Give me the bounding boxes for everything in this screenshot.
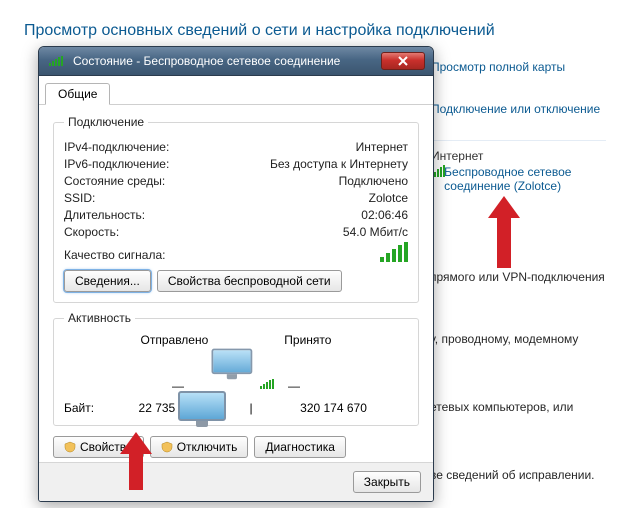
text-fragment: ве сведений об исправлении. (430, 468, 610, 482)
active-connection-link[interactable]: Беспроводное сетевое соединение (Zolotce… (431, 165, 606, 193)
wireless-properties-button[interactable]: Свойства беспроводной сети (157, 270, 342, 292)
active-connection-text: Беспроводное сетевое соединение (Zolotce… (444, 165, 606, 193)
ipv6-value: Без доступа к Интернету (270, 157, 408, 171)
tab-strip: Общие (39, 76, 433, 105)
ipv4-value: Интернет (356, 140, 408, 154)
text-fragment: у, проводному, модемному (430, 332, 610, 346)
close-button[interactable] (381, 52, 425, 70)
group-activity: Активность Отправлено Принято — — (53, 311, 419, 426)
close-icon (398, 56, 408, 66)
text-fragment: прямого или VPN-подключения (430, 270, 610, 284)
ssid-label: SSID: (64, 191, 95, 205)
signal-quality-icon (380, 242, 408, 262)
dialog-title: Состояние - Беспроводное сетевое соедине… (73, 54, 375, 68)
duration-value: 02:06:46 (361, 208, 408, 222)
bytes-received-value: 320 174 670 (259, 401, 408, 415)
status-dialog: Состояние - Беспроводное сетевое соедине… (38, 46, 434, 502)
bytes-label: Байт: (64, 401, 94, 415)
activity-computer-icon (196, 351, 252, 393)
details-button[interactable]: Сведения... (64, 270, 151, 292)
sent-label: Отправлено (141, 333, 209, 347)
annotation-arrow-icon (120, 432, 152, 490)
connect-disconnect-link[interactable]: Подключение или отключение (431, 102, 606, 116)
speed-label: Скорость: (64, 225, 119, 239)
group-connection-legend: Подключение (64, 115, 148, 129)
wifi-signal-icon (260, 379, 274, 389)
dialog-titlebar[interactable]: Состояние - Беспроводное сетевое соедине… (39, 47, 433, 76)
tab-general[interactable]: Общие (45, 83, 110, 105)
group-connection: Подключение IPv4-подключение: Интернет IP… (53, 115, 419, 303)
disable-button[interactable]: Отключить (150, 436, 249, 458)
annotation-arrow-icon (488, 196, 520, 268)
speed-value: 54.0 Мбит/с (343, 225, 408, 239)
text-fragment: етевых компьютеров, или (430, 400, 610, 414)
active-connection-label: Интернет (431, 149, 606, 163)
full-map-link[interactable]: Просмотр полной карты (431, 60, 606, 74)
close-dialog-button[interactable]: Закрыть (353, 471, 421, 493)
shield-icon (64, 441, 76, 453)
page-title: Просмотр основных сведений о сети и наст… (0, 0, 620, 40)
received-label: Принято (284, 333, 331, 347)
signal-quality-label: Качество сигнала: (64, 248, 165, 262)
duration-label: Длительность: (64, 208, 145, 222)
diagnose-button[interactable]: Диагностика (254, 436, 346, 458)
wifi-signal-icon (49, 56, 63, 66)
ipv6-label: IPv6-подключение: (64, 157, 169, 171)
group-activity-legend: Активность (64, 311, 135, 325)
ipv4-label: IPv4-подключение: (64, 140, 169, 154)
separator-icon: — (288, 379, 300, 393)
ssid-value: Zolotce (369, 191, 408, 205)
media-state-value: Подключено (339, 174, 408, 188)
media-state-label: Состояние среды: (64, 174, 165, 188)
shield-icon (161, 441, 173, 453)
disable-button-label: Отключить (177, 440, 238, 454)
